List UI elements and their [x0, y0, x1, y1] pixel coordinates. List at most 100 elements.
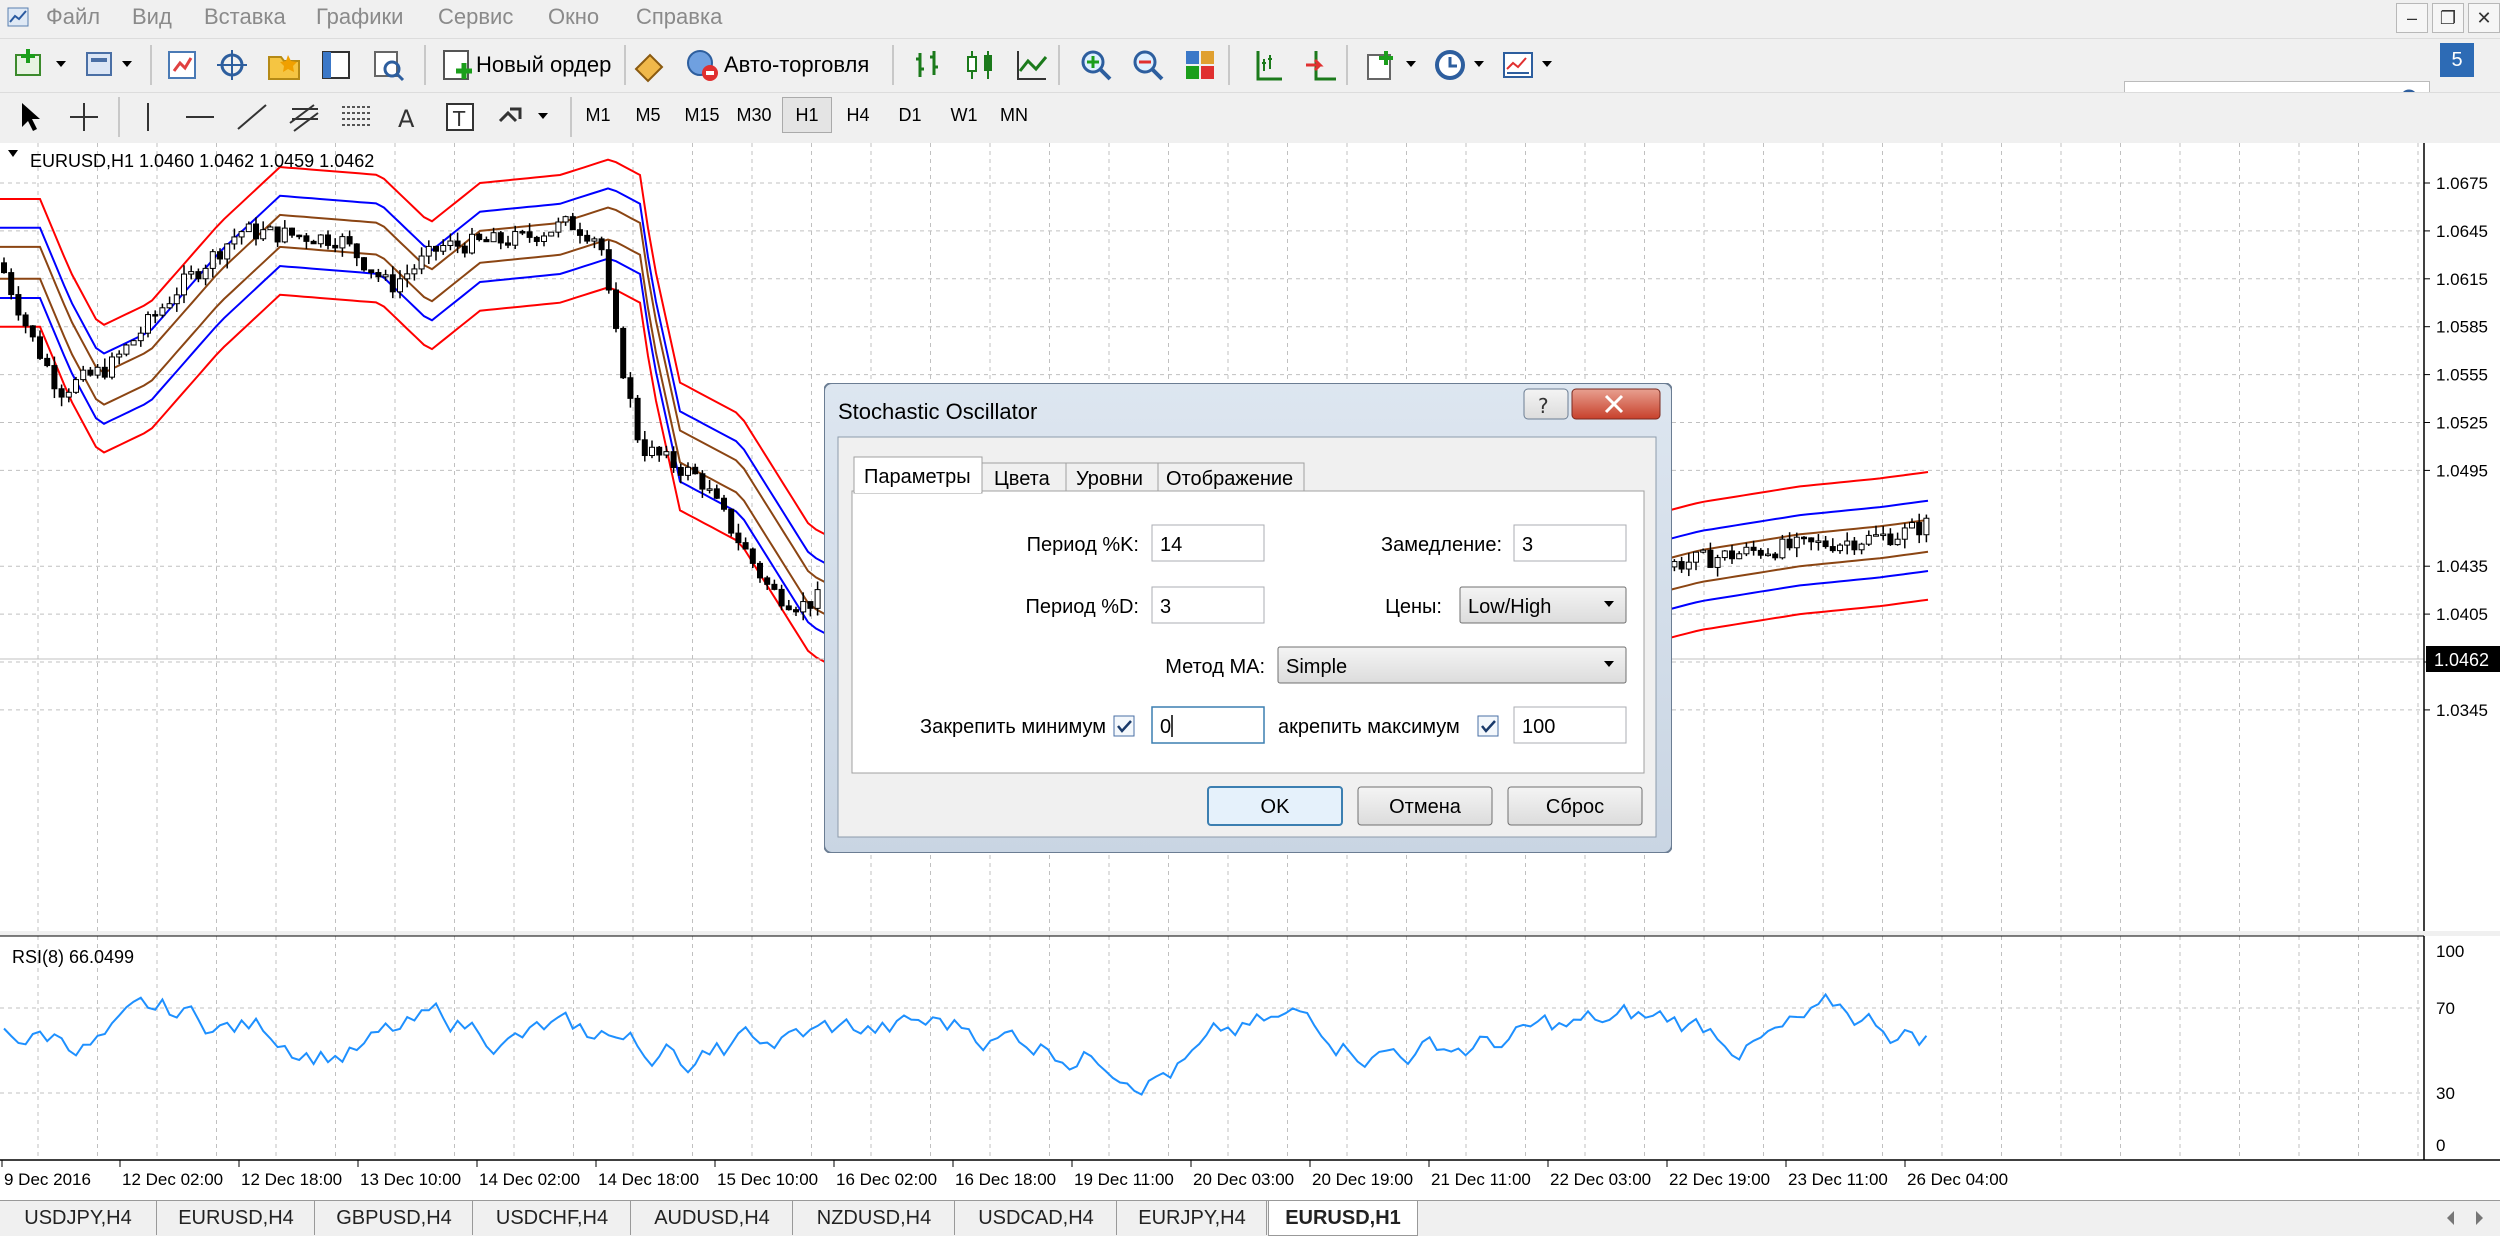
scroll-right-icon[interactable] — [2468, 1207, 2490, 1229]
fix-maximum-checkbox[interactable] — [1477, 715, 1499, 737]
menu-charts[interactable]: Графики — [316, 4, 403, 30]
strategy-tester-icon[interactable] — [370, 47, 406, 83]
zoom-out-icon[interactable] — [1130, 47, 1166, 83]
metaeditor-icon[interactable] — [632, 47, 668, 83]
timeframe-m5[interactable]: M5 — [624, 105, 672, 126]
crosshair-tool-icon[interactable] — [66, 99, 102, 135]
app-icon[interactable] — [6, 5, 30, 29]
vertical-line-icon[interactable] — [130, 99, 166, 135]
market-watch-icon[interactable] — [164, 47, 200, 83]
tab-display[interactable]: Отображение — [1157, 462, 1305, 492]
chevron-down-icon[interactable] — [530, 99, 566, 135]
candlestick-icon[interactable] — [962, 47, 998, 83]
chart-tab-usdcad-h4[interactable]: USDCAD,H4 — [956, 1201, 1117, 1235]
chart-tab-eurjpy-h4[interactable]: EURJPY,H4 — [1118, 1201, 1267, 1235]
tab-parameters[interactable]: Параметры — [853, 456, 983, 494]
menu-help[interactable]: Справка — [636, 4, 722, 30]
crosshair-icon[interactable] — [214, 47, 250, 83]
notification-badge[interactable]: 5 — [2440, 43, 2474, 77]
close-button[interactable]: ✕ — [2468, 3, 2500, 33]
candle-body — [1815, 540, 1822, 543]
navigator-icon[interactable] — [266, 47, 302, 83]
indicators-icon[interactable] — [1364, 47, 1400, 83]
horizontal-line-icon[interactable] — [182, 99, 218, 135]
candle-body — [1829, 546, 1836, 552]
timeframe-d1[interactable]: D1 — [886, 105, 934, 126]
equidistant-channel-icon[interactable] — [286, 99, 322, 135]
chart-tab-usdchf-h4[interactable]: USDCHF,H4 — [474, 1201, 631, 1235]
timeframe-m1[interactable]: M1 — [574, 105, 622, 126]
price-field-select[interactable]: Low/High — [1459, 586, 1627, 624]
d-period-input[interactable]: 3 — [1151, 586, 1265, 624]
timeframe-mn[interactable]: MN — [990, 105, 1038, 126]
rsi-tick-label: 70 — [2436, 999, 2455, 1018]
chart-tab-eurusd-h1[interactable]: EURUSD,H1 — [1268, 1201, 1418, 1236]
timeframe-m30[interactable]: M30 — [730, 105, 778, 126]
chevron-down-icon[interactable] — [1398, 47, 1434, 83]
terminal-icon[interactable] — [318, 47, 354, 83]
auto-trading-button[interactable]: Авто-торговля — [682, 43, 882, 87]
chevron-down-icon[interactable] — [1466, 47, 1502, 83]
k-period-label: Период %K: — [1027, 534, 1139, 556]
ok-button[interactable]: OK — [1207, 786, 1343, 826]
auto-scroll-icon[interactable] — [1302, 47, 1338, 83]
chevron-down-icon[interactable] — [114, 47, 150, 83]
chevron-down-icon[interactable] — [48, 47, 84, 83]
zoom-in-icon[interactable] — [1078, 47, 1114, 83]
menu-file[interactable]: Файл — [46, 4, 100, 30]
k-period-input[interactable]: 14 — [1151, 524, 1265, 562]
chart-tab-usdjpy-h4[interactable]: USDJPY,H4 — [0, 1201, 157, 1235]
chart-tab-audusd-h4[interactable]: AUDUSD,H4 — [632, 1201, 793, 1235]
toolbar-separator — [1346, 45, 1348, 85]
candle-body — [1765, 553, 1771, 557]
candle-body — [425, 245, 432, 257]
time-tick-label: 15 Dec 10:00 — [717, 1170, 818, 1189]
templates-icon[interactable] — [1500, 47, 1536, 83]
line-chart-icon[interactable] — [1014, 47, 1050, 83]
tab-levels[interactable]: Уровни — [1065, 462, 1159, 492]
periods-clock-icon[interactable] — [1432, 47, 1468, 83]
text-icon[interactable]: A — [390, 99, 426, 135]
menu-tools[interactable]: Сервис — [438, 4, 513, 30]
profiles-icon[interactable] — [82, 47, 118, 83]
menu-window[interactable]: Окно — [548, 4, 599, 30]
timeframe-w1[interactable]: W1 — [940, 105, 988, 126]
slowing-input[interactable]: 3 — [1513, 524, 1627, 562]
timeframe-h4[interactable]: H4 — [834, 105, 882, 126]
fix-minimum-checkbox[interactable] — [1113, 715, 1135, 737]
text-label-icon[interactable]: T — [442, 99, 478, 135]
new-order-button[interactable]: Новый ордер — [436, 43, 616, 87]
dialog-close-button[interactable] — [1571, 388, 1661, 420]
candle-body — [1865, 534, 1872, 545]
candle-body — [224, 243, 231, 260]
ok-label: OK — [1261, 796, 1291, 818]
fix-minimum-input[interactable]: 0 — [1151, 706, 1265, 744]
chart-tab-nzdusd-h4[interactable]: NZDUSD,H4 — [794, 1201, 955, 1235]
menu-view[interactable]: Вид — [132, 4, 172, 30]
tile-windows-icon[interactable] — [1182, 47, 1218, 83]
minimize-button[interactable]: – — [2396, 3, 2428, 33]
time-tick-label: 20 Dec 03:00 — [1193, 1170, 1294, 1189]
scroll-left-icon[interactable] — [2440, 1207, 2462, 1229]
new-chart-icon[interactable] — [12, 47, 48, 83]
chart-tab-eurusd-h4[interactable]: EURUSD,H4 — [158, 1201, 315, 1235]
bar-chart-icon[interactable] — [912, 47, 948, 83]
fix-maximum-input[interactable]: 100 — [1513, 706, 1627, 744]
ma-method-select[interactable]: Simple — [1277, 646, 1627, 684]
reset-button[interactable]: Сброс — [1507, 786, 1643, 826]
arrows-icon[interactable] — [494, 99, 530, 135]
trendline-icon[interactable] — [234, 99, 270, 135]
time-tick-label: 19 Dec 11:00 — [1074, 1170, 1174, 1189]
chart-shift-icon[interactable] — [1250, 47, 1286, 83]
chart-tab-gbpusd-h4[interactable]: GBPUSD,H4 — [316, 1201, 473, 1235]
restore-button[interactable]: ❐ — [2432, 3, 2464, 33]
cursor-icon[interactable] — [12, 99, 48, 135]
menu-insert[interactable]: Вставка — [204, 4, 286, 30]
tab-colors[interactable]: Цвета — [981, 462, 1067, 492]
timeframe-h1[interactable]: H1 — [782, 97, 832, 133]
help-button[interactable]: ? — [1523, 388, 1569, 420]
fibonacci-icon[interactable] — [338, 99, 374, 135]
cancel-button[interactable]: Отмена — [1357, 786, 1493, 826]
timeframe-m15[interactable]: M15 — [678, 105, 726, 126]
chevron-down-icon[interactable] — [1534, 47, 1570, 83]
